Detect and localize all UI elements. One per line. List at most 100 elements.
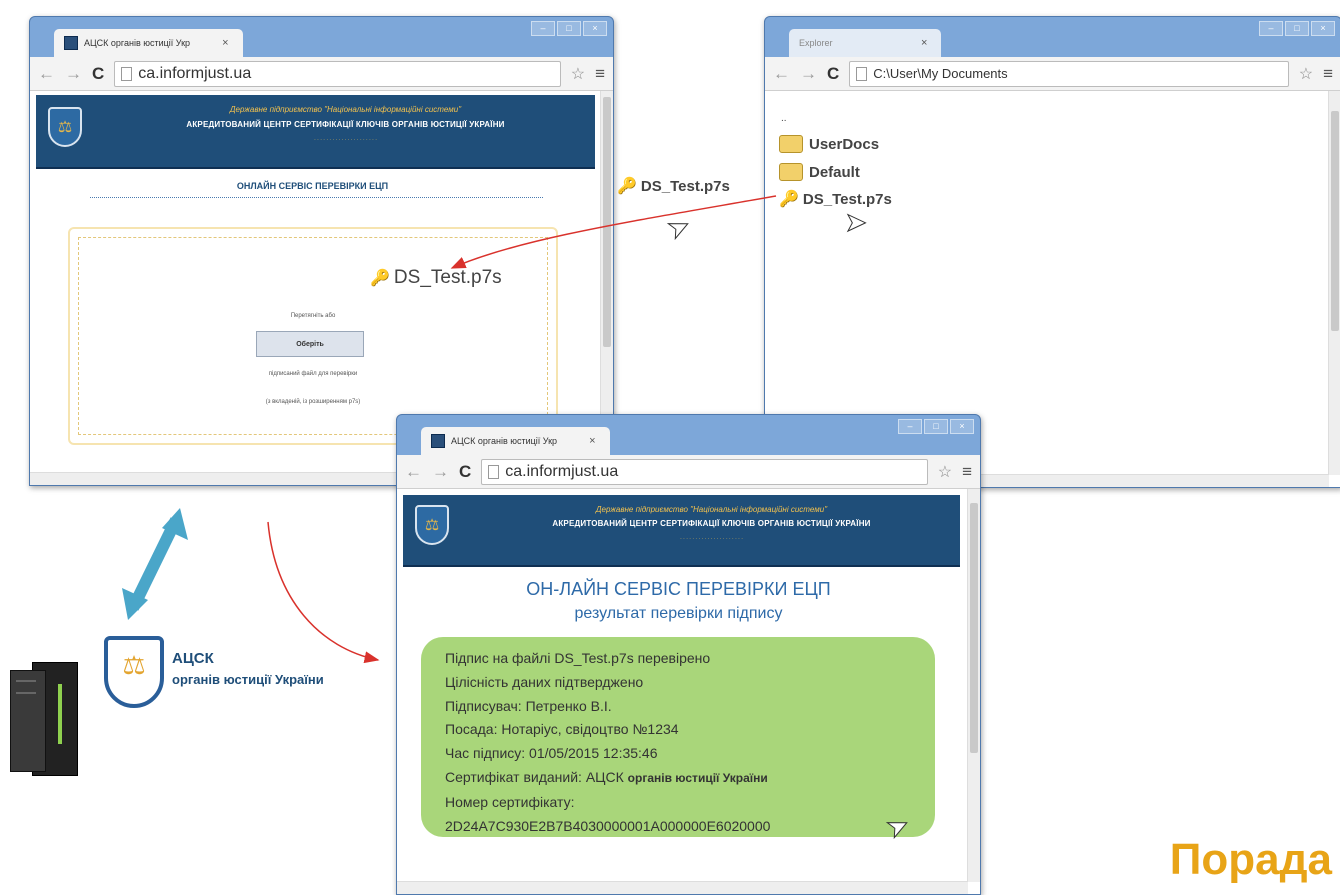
close-window-button[interactable]: × <box>950 419 974 434</box>
address-bar[interactable]: ca.informjust.ua <box>114 60 561 87</box>
forward-arrow-icon[interactable]: → <box>432 462 449 482</box>
dropped-file-label: DS_Test.p7s <box>370 267 502 289</box>
forward-arrow-icon[interactable]: → <box>800 64 817 84</box>
result-line-cert-number: 2D24A7C930E2B7B4030000001A000000E6020000 <box>445 817 771 834</box>
tab-title: АЦСК органів юстиції Укр <box>84 38 191 48</box>
site-banner: Державне підприємство "Національні інфор… <box>403 495 960 567</box>
signed-file-hint: підписаний файл для перевірки <box>268 371 358 377</box>
maximize-button[interactable]: □ <box>924 419 948 434</box>
page-heading: ОНЛАЙН СЕРВІС ПЕРЕВІРКИ ЕЦП <box>236 181 389 191</box>
minimize-button[interactable]: – <box>898 419 922 434</box>
issuer-prefix: Сертифікат виданий: АЦСК <box>445 768 624 785</box>
maximize-button[interactable]: □ <box>557 21 581 36</box>
server-rack-icon <box>10 662 78 776</box>
acsk-shield-logo-icon: ⚖ <box>104 636 164 708</box>
menu-icon[interactable]: ≡ <box>1323 64 1333 84</box>
back-arrow-icon[interactable]: ← <box>405 462 422 482</box>
title-bar: АЦСК органів юстиції Укр × – □ × <box>30 17 613 57</box>
favicon-icon <box>64 36 78 50</box>
menu-icon[interactable]: ≡ <box>595 64 605 84</box>
window-controls: – □ × <box>1259 21 1335 36</box>
close-window-button[interactable]: × <box>583 21 607 36</box>
acsk-logo-name: АЦСК <box>172 650 214 667</box>
browser-window-result: АЦСК органів юстиції Укр × – □ × ← → C c… <box>396 414 981 895</box>
result-line-issuer: Сертифікат виданий: АЦСК органів юстиції… <box>445 766 935 791</box>
result-subheading: результат перевірки підпису <box>574 605 783 622</box>
bookmark-star-icon[interactable]: ☆ <box>938 462 952 482</box>
minimize-button[interactable]: – <box>531 21 555 36</box>
page-icon <box>121 66 133 81</box>
url-text: ca.informjust.ua <box>138 64 252 82</box>
browser-tab[interactable]: АЦСК органів юстиції Укр × <box>421 427 610 455</box>
bookmark-star-icon[interactable]: ☆ <box>1299 64 1313 84</box>
dragging-file[interactable]: DS_Test.p7s <box>617 176 730 196</box>
address-bar[interactable]: ca.informjust.ua <box>481 458 928 485</box>
close-window-button[interactable]: × <box>1311 21 1335 36</box>
window-controls: – □ × <box>898 419 974 434</box>
menu-icon[interactable]: ≡ <box>962 462 972 482</box>
back-arrow-icon[interactable]: ← <box>38 64 55 84</box>
browser-tab[interactable]: АЦСК органів юстиції Укр × <box>54 29 243 57</box>
tab-close-icon[interactable]: × <box>222 37 228 49</box>
vertical-scrollbar[interactable] <box>967 489 980 882</box>
extension-hint: (з вкладеній, із розширенням р7s) <box>265 399 361 405</box>
file-item-default[interactable]: Default <box>779 163 860 181</box>
result-line-position: Посада: Нотаріус, свідоцтво №1234 <box>445 721 679 738</box>
shield-logo-icon <box>48 107 82 147</box>
parent-dir-item[interactable]: .. <box>781 113 787 124</box>
result-line-time: Час підпису: 01/05/2015 12:35:46 <box>445 745 658 762</box>
window-controls: – □ × <box>531 21 607 36</box>
upload-result-arrow <box>267 521 380 664</box>
banner-contacts: · · · · · · · · · · · · · · · · · · · · … <box>314 137 377 143</box>
maximize-button[interactable]: □ <box>1285 21 1309 36</box>
reload-icon[interactable]: C <box>827 64 839 84</box>
favicon-icon <box>431 434 445 448</box>
result-heading: ОН-ЛАЙН СЕРВІС ПЕРЕВІРКИ ЕЦП <box>526 579 831 599</box>
upload-drop-zone[interactable]: DS_Test.p7s Перетягніть або Оберіть підп… <box>68 227 558 445</box>
tab-close-icon[interactable]: × <box>921 37 927 49</box>
back-arrow-icon[interactable]: ← <box>773 64 790 84</box>
verification-result-box: Підпис на файлі DS_Test.p7s перевірено Ц… <box>421 637 935 837</box>
dragging-file-name: DS_Test.p7s <box>640 177 730 195</box>
path-text: C:\User\My Documents <box>873 66 1008 81</box>
mouse-cursor-icon: ➤ <box>845 207 868 238</box>
tab-title: АЦСК органів юстиції Укр <box>451 436 558 446</box>
file-item-userdocs[interactable]: UserDocs <box>779 135 879 153</box>
site-banner: Державне підприємство "Національні інфор… <box>36 95 595 169</box>
tab-close-icon[interactable]: × <box>589 435 595 447</box>
banner-contacts: · · · · · · · · · · · · · · · · · · · · … <box>680 536 743 542</box>
sync-double-arrow <box>122 508 188 620</box>
page-viewport: Державне підприємство "Національні інфор… <box>397 489 980 894</box>
horizontal-scrollbar[interactable] <box>397 881 968 894</box>
choose-file-button[interactable]: Оберіть <box>256 331 364 357</box>
acsk-logo-subtitle: органів юстиції України <box>172 672 324 687</box>
result-line-file: Підпис на файлі DS_Test.p7s перевірено <box>445 650 711 666</box>
file-name: UserDocs <box>809 135 880 153</box>
title-bar: Explorer × – □ × <box>765 17 1340 57</box>
path-bar[interactable]: C:\User\My Documents <box>849 60 1289 87</box>
mouse-cursor-icon: ➤ <box>662 208 695 246</box>
browser-toolbar: ← → C ca.informjust.ua ☆ ≡ <box>397 455 980 489</box>
heading-underline <box>90 197 543 199</box>
banner-org-line: Державне підприємство "Національні інфор… <box>595 505 828 514</box>
reload-icon[interactable]: C <box>92 64 104 84</box>
banner-org-line: Державне підприємство "Національні інфор… <box>229 105 462 114</box>
reload-icon[interactable]: C <box>459 462 471 482</box>
folder-icon <box>779 163 803 181</box>
issuer-bold: органів юстиції України <box>627 770 768 785</box>
banner-title: АКРЕДИТОВАНИЙ ЦЕНТР СЕРТИФІКАЦІЇ КЛЮЧІВ … <box>186 120 505 129</box>
folder-icon <box>779 135 803 153</box>
key-file-icon <box>370 268 390 288</box>
minimize-button[interactable]: – <box>1259 21 1283 36</box>
result-line-cert-label: Номер сертифікату: <box>445 793 575 810</box>
file-item-ds-test[interactable]: DS_Test.p7s <box>779 189 892 209</box>
page-icon <box>488 464 500 479</box>
forward-arrow-icon[interactable]: → <box>65 64 82 84</box>
banner-title: АКРЕДИТОВАНИЙ ЦЕНТР СЕРТИФІКАЦІЇ КЛЮЧІВ … <box>552 519 871 528</box>
vertical-scrollbar[interactable] <box>1328 91 1340 475</box>
bookmark-star-icon[interactable]: ☆ <box>571 64 585 84</box>
explorer-tab[interactable]: Explorer × <box>789 29 942 57</box>
file-name: DS_Test.p7s <box>802 190 892 208</box>
drop-hint: Перетягніть або <box>290 313 336 319</box>
tip-label: Порада <box>1169 835 1332 884</box>
